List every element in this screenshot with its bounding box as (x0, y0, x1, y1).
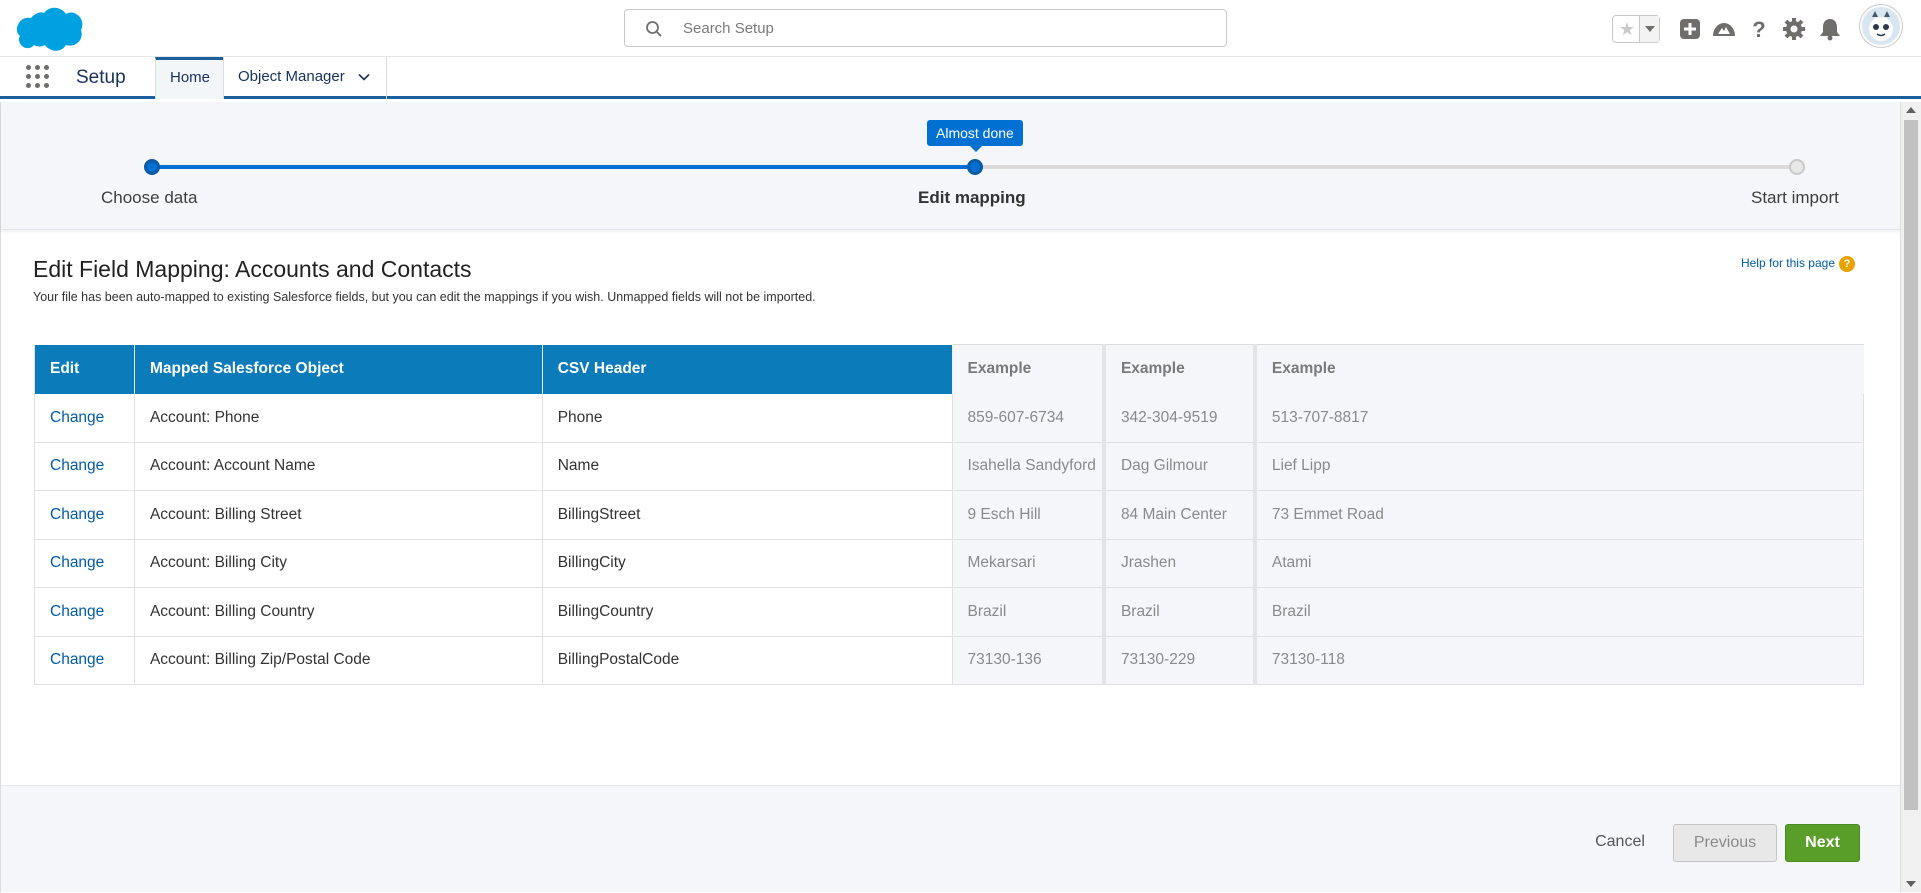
help-link-label[interactable]: Help for this page (1741, 256, 1835, 270)
example-cell: Jrashen (1103, 539, 1257, 588)
column-header-example: Example (1254, 344, 1864, 394)
scroll-down-arrow-icon[interactable] (1906, 881, 1916, 887)
previous-button[interactable]: Previous (1673, 824, 1777, 862)
app-name: Setup (76, 67, 126, 88)
progress-tooltip: Almost done (927, 120, 1023, 152)
example-cell: 84 Main Center (1103, 490, 1257, 540)
step-dot-start-import (1789, 159, 1805, 175)
example-cell: Dag Gilmour (1103, 442, 1257, 491)
mapped-object-cell: Account: Billing Street (134, 490, 543, 540)
progress-indicator: Almost done Choose data Edit mapping Sta… (1, 102, 1901, 230)
example-cell: Isahella Sandyford (952, 442, 1106, 491)
field-mapping-table: Edit Mapped Salesforce Object CSV Header… (34, 344, 1864, 685)
change-link[interactable]: Change (34, 539, 135, 588)
scroll-up-arrow-icon[interactable] (1906, 107, 1916, 113)
column-header-example: Example (1103, 344, 1257, 394)
help-link[interactable]: Help for this page? (1741, 256, 1855, 272)
cancel-button[interactable]: Cancel (1583, 824, 1657, 862)
step-dot-choose-data (144, 159, 160, 175)
search-icon (646, 21, 662, 37)
example-cell: 73 Emmet Road (1254, 490, 1864, 540)
example-cell: Mekarsari (952, 539, 1106, 588)
example-cell: Brazil (1103, 587, 1257, 637)
table-row: Change Account: Phone Phone 859-607-6734 342… (34, 393, 1864, 443)
mapped-object-cell: Account: Account Name (134, 442, 543, 491)
tab-object-manager[interactable]: Object Manager (223, 57, 387, 99)
example-cell: Brazil (952, 587, 1106, 637)
favorites-button[interactable]: ★ (1612, 15, 1660, 43)
page-description: Your file has been auto-mapped to existi… (33, 290, 816, 304)
change-link[interactable]: Change (34, 442, 135, 491)
csv-header-cell: Phone (542, 393, 953, 443)
search-input[interactable] (683, 10, 1203, 46)
csv-header-cell: BillingPostalCode (542, 636, 953, 685)
wizard-footer: Cancel Previous Next (1, 785, 1901, 892)
chevron-down-icon[interactable] (358, 71, 370, 83)
table-row: Change Account: Billing Zip/Postal Code Bi… (34, 636, 1864, 685)
search-box[interactable] (624, 9, 1227, 47)
csv-header-cell: BillingStreet (542, 490, 953, 540)
help-icon[interactable]: ? (1745, 15, 1773, 43)
table-row: Change Account: Billing Street BillingStre… (34, 490, 1864, 540)
import-wizard-frame: Almost done Choose data Edit mapping Sta… (0, 102, 1901, 892)
column-header-edit: Edit (34, 344, 135, 394)
help-question-icon[interactable]: ? (1839, 256, 1855, 272)
example-cell: 513-707-8817 (1254, 393, 1864, 443)
mapped-object-cell: Account: Phone (134, 393, 543, 443)
step-label-choose-data: Choose data (101, 188, 198, 207)
csv-header-cell: Name (542, 442, 953, 491)
table-header-row: Edit Mapped Salesforce Object CSV Header… (34, 344, 1864, 394)
example-cell: Brazil (1254, 587, 1864, 637)
column-header-mapped-object: Mapped Salesforce Object (134, 344, 543, 394)
table-row: Change Account: Account Name Name Isahella … (34, 442, 1864, 491)
change-link[interactable]: Change (34, 587, 135, 637)
trailhead-icon[interactable] (1710, 15, 1738, 43)
example-cell: 9 Esch Hill (952, 490, 1106, 540)
tab-home[interactable]: Home (155, 57, 223, 99)
notifications-bell-icon[interactable] (1816, 15, 1844, 43)
tab-home-label: Home (170, 69, 211, 86)
example-cell: 73130-136 (952, 636, 1106, 685)
example-cell: Lief Lipp (1254, 442, 1864, 491)
favorites-dropdown-icon[interactable] (1639, 16, 1659, 42)
column-header-example: Example (952, 344, 1106, 394)
mapped-object-cell: Account: Billing City (134, 539, 543, 588)
user-avatar[interactable] (1860, 5, 1902, 47)
svg-text:?: ? (1752, 17, 1765, 42)
salesforce-logo[interactable] (16, 5, 84, 53)
change-link[interactable]: Change (34, 490, 135, 540)
next-button[interactable]: Next (1785, 824, 1860, 862)
change-link[interactable]: Change (34, 393, 135, 443)
csv-header-cell: BillingCity (542, 539, 953, 588)
page-title: Edit Field Mapping: Accounts and Contact… (33, 256, 472, 282)
progress-track-fill (152, 165, 975, 169)
change-link[interactable]: Change (34, 636, 135, 685)
vertical-scrollbar[interactable] (1900, 102, 1921, 892)
favorites-star-icon[interactable]: ★ (1619, 19, 1635, 40)
app-launcher-icon[interactable] (26, 65, 50, 89)
example-cell: 73130-118 (1254, 636, 1864, 685)
step-label-start-import: Start import (1751, 188, 1839, 207)
step-dot-edit-mapping (967, 159, 983, 175)
context-bar: Setup Home Object Manager (0, 57, 1921, 99)
csv-header-cell: BillingCountry (542, 587, 953, 637)
scrollbar-thumb[interactable] (1904, 120, 1918, 810)
step-label-edit-mapping: Edit mapping (918, 188, 1026, 207)
setup-gear-icon[interactable] (1780, 15, 1808, 43)
example-cell: Atami (1254, 539, 1864, 588)
mapped-object-cell: Account: Billing Zip/Postal Code (134, 636, 543, 685)
mapped-object-cell: Account: Billing Country (134, 587, 543, 637)
example-cell: 342-304-9519 (1103, 393, 1257, 443)
column-header-csv: CSV Header (542, 344, 953, 394)
table-row: Change Account: Billing Country BillingCou… (34, 587, 1864, 637)
example-cell: 73130-229 (1103, 636, 1257, 685)
example-cell: 859-607-6734 (952, 393, 1106, 443)
table-row: Change Account: Billing City BillingCity Me… (34, 539, 1864, 588)
global-header: ★ ? (0, 0, 1921, 57)
global-actions-add-icon[interactable] (1676, 15, 1704, 43)
tab-object-manager-label: Object Manager (238, 68, 345, 85)
